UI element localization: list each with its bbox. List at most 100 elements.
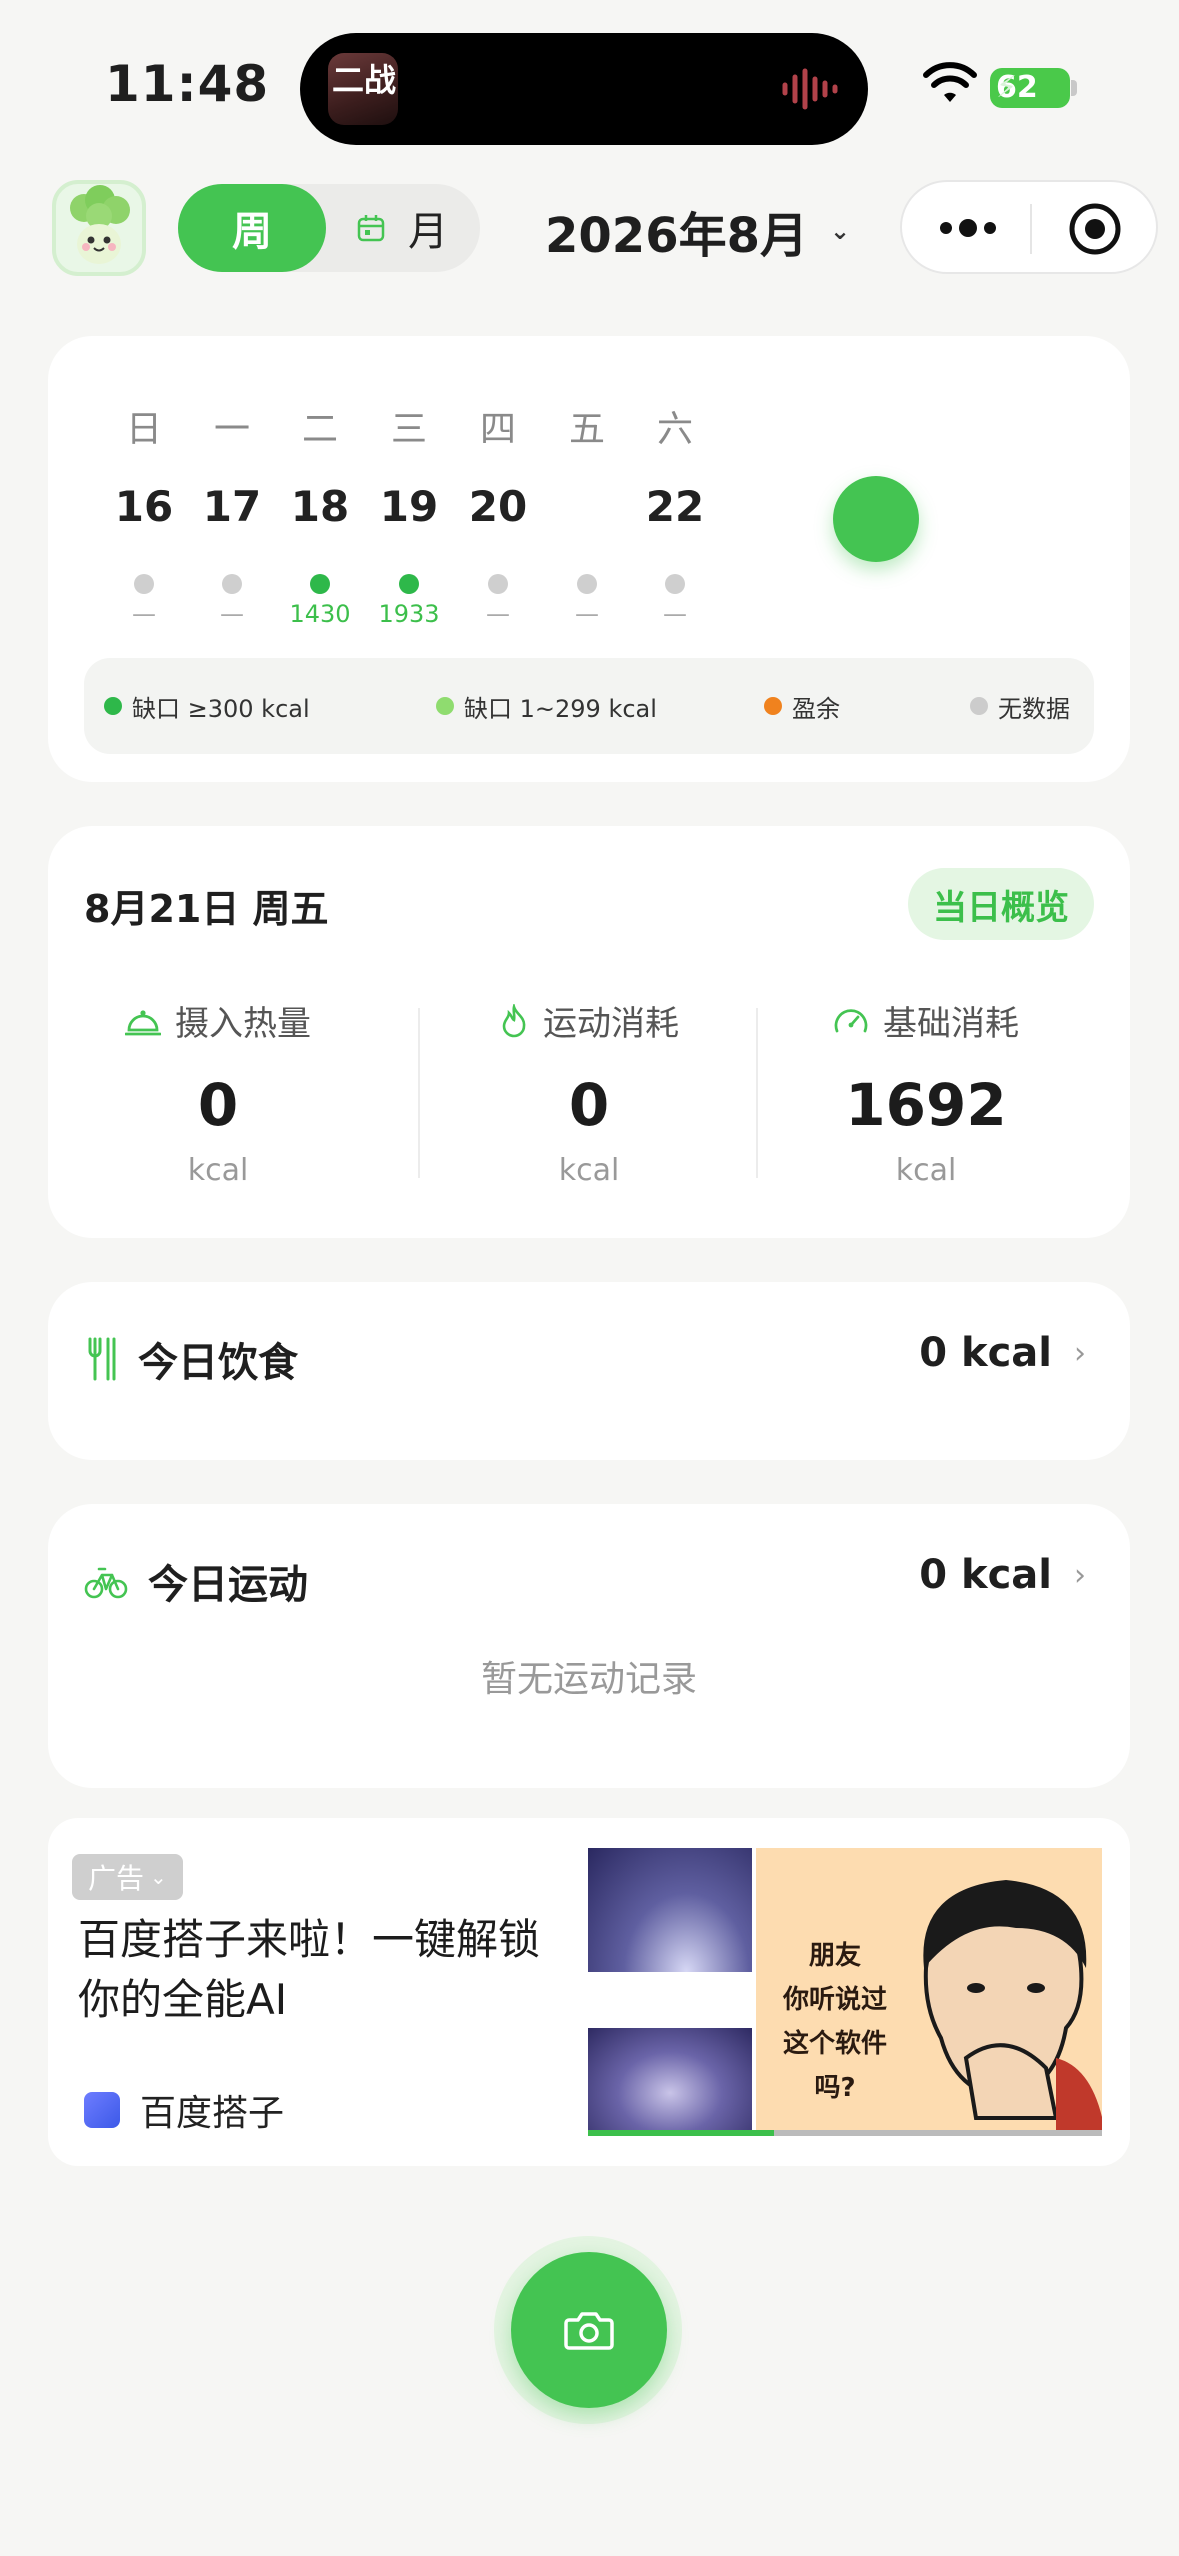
ad-title: 百度搭子来啦！一键解锁你的全能AI [78,1915,541,2024]
chevron-right-icon: › [1074,1336,1086,1371]
calendar-status-dot-wrap [270,574,370,594]
ad-image-text: 朋友 你听说过 这个软件吗? [782,1941,887,2103]
today-food-card[interactable]: 今日饮食 0 kcal › [48,1282,1130,1460]
calendar-status-dot-wrap [537,574,637,594]
calendar-status-dot-wrap [94,574,194,594]
today-food-kcal: 0 kcal [919,1330,1052,1376]
calendar-status-dot [399,574,419,594]
audio-wave-icon [782,68,838,110]
ad-image[interactable]: 朋友 你听说过 这个软件吗? [588,1848,1102,2136]
legend-dot [764,697,782,715]
today-exercise-title: 今日运动 [148,1562,308,1608]
calendar-day[interactable]: 22 [625,482,725,531]
chevron-down-icon: ⌄ [830,217,851,245]
dynamic-island[interactable]: 二战 [300,33,868,145]
legend-label: 缺口 ≥300 kcal [132,694,310,723]
week-calendar-card: 日 一 二 三 四 五 六 16 — 17 — 18 1430 19 1933 20 — 21 — 22 — 缺口 ≥30… [48,336,1130,782]
legend-item: 缺口 ≥300 kcal [104,658,310,754]
calendar-day-kcal: — [220,600,244,628]
camera-icon [564,2312,614,2350]
calendar-day[interactable]: 17 [182,482,282,531]
legend-label: 缺口 1~299 kcal [464,694,657,723]
battery-indicator: 62 ⚡ [990,68,1070,108]
calendar-day[interactable]: 20 [448,482,548,531]
weekday-label: 六 [656,409,693,450]
stat-intake-value: 0 [197,1071,239,1139]
calendar-status-dot [577,574,597,594]
stat-intake-unit: kcal [187,1153,249,1188]
today-exercise-kcal: 0 kcal [919,1552,1052,1598]
calendar-status-dot [488,574,508,594]
legend-dot [436,697,454,715]
stat-basal-value: 1692 [845,1071,1007,1139]
calendar-icon [357,215,385,242]
calendar-day-kcal: — [486,600,510,628]
status-time: 11:48 [105,55,270,113]
miniapp-capsule [900,180,1158,274]
legend-item: 缺口 1~299 kcal [436,658,657,754]
calendar-status-dot [665,574,685,594]
stat-exercise-value: 0 [568,1071,610,1139]
tab-week[interactable]: 周 [178,184,326,272]
tab-month-label: 月 [408,209,448,255]
daily-overview-button[interactable]: 当日概览 [908,868,1094,940]
weekday-label: 二 [301,409,338,450]
stat-intake: 摄入热量 0 kcal [48,996,388,1188]
selected-date-title: 8月21日 周五 [84,887,329,931]
legend-label: 无数据 [998,694,1070,723]
utensils-icon [88,1337,116,1381]
calendar-day[interactable]: 19 [359,482,459,531]
ad-progress-bar [588,2130,774,2136]
today-food-title: 今日饮食 [138,1340,298,1386]
stat-intake-label: 摄入热量 [175,1004,311,1044]
calendar-status-dot-wrap [359,574,459,594]
chevron-down-icon: ⌄ [150,1865,167,1889]
ad-progress-track [774,2130,1102,2136]
stat-exercise-unit: kcal [558,1153,620,1188]
ad-brand: 百度搭子 [84,2084,284,2136]
wifi-icon [923,62,977,102]
calendar-status-dot [134,574,154,594]
calendar-status-dot [222,574,242,594]
chevron-right-icon: › [1074,1558,1086,1593]
ad-badge-label: 广告 [88,1862,145,1895]
legend-item: 无数据 [970,658,1070,754]
charging-icon: ⚡ [996,70,1018,105]
selected-day-highlight [833,476,919,562]
weekday-label: 四 [479,409,516,450]
ad-card[interactable]: 广告 ⌄ 百度搭子来啦！一键解锁你的全能AI 百度搭子 朋友 你听说过 这个软件… [48,1818,1130,2166]
weekday-label: 一 [213,409,250,450]
legend-dot [104,697,122,715]
now-playing-label: 二战 [332,61,397,99]
calendar-status-dot [310,574,330,594]
legend-dot [970,697,988,715]
calendar-status-dot-wrap [182,574,282,594]
battery-tip [1071,80,1077,96]
stat-basal-label: 基础消耗 [883,1004,1019,1044]
more-dots-icon[interactable] [938,206,998,260]
cloche-icon [125,1009,161,1035]
mascot-avatar[interactable] [52,180,146,276]
calendar-day-kcal: — [132,600,156,628]
ad-image-caption-strip [588,1974,752,2034]
stat-exercise-label: 运动消耗 [543,1004,679,1044]
broccoli-mascot-icon [70,185,130,264]
stat-exercise: 运动消耗 0 kcal [419,996,759,1188]
calendar-day[interactable]: 18 [270,482,370,531]
weekday-label: 日 [125,409,162,450]
weekday-label: 五 [568,409,605,450]
calendar-day[interactable]: 21 [537,482,637,531]
target-icon[interactable] [1068,202,1122,256]
legend-item: 盈余 [764,658,840,754]
month-picker[interactable]: 2026年8月 ⌄ [545,196,850,266]
stat-basal-unit: kcal [895,1153,957,1188]
capsule-divider [1030,204,1032,254]
calendar-day[interactable]: 16 [94,482,194,531]
ad-badge[interactable]: 广告 ⌄ [72,1854,183,1900]
camera-button[interactable] [511,2252,667,2408]
calendar-legend: 缺口 ≥300 kcal 缺口 1~299 kcal 盈余 无数据 [84,658,1094,754]
ad-image-character [923,1880,1102,2136]
today-exercise-card[interactable]: 今日运动 0 kcal › 暂无运动记录 [48,1504,1130,1788]
tab-month[interactable]: 月 [356,184,448,272]
day-summary-card: 8月21日 周五 当日概览 摄入热量 0 kcal 运动消耗 0 kcal 基础… [48,826,1130,1238]
